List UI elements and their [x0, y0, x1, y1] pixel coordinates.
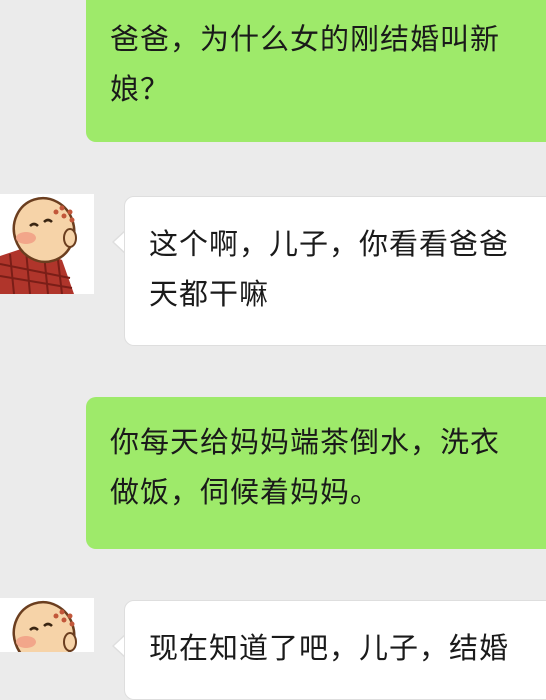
bald-monk-avatar-icon [0, 194, 94, 294]
message-bubble-received[interactable]: 现在知道了吧，儿子，结婚 [124, 600, 546, 700]
message-text: 娘？ [110, 72, 171, 106]
message-text: 天都干嘛 [149, 277, 270, 311]
avatar[interactable] [0, 194, 94, 294]
bald-monk-avatar-icon [0, 598, 94, 652]
message-bubble-received[interactable]: 这个啊，儿子，你看看爸爸 天都干嘛 [124, 196, 546, 346]
message-bubble-sent[interactable]: 你每天给妈妈端茶倒水，洗衣 做饭，伺候着妈妈。 [86, 397, 546, 549]
message-text: 你每天给妈妈端茶倒水，洗衣 [110, 425, 501, 459]
avatar[interactable] [0, 598, 94, 652]
message-text: 做饭，伺候着妈妈。 [110, 475, 381, 509]
message-text: 这个啊，儿子，你看看爸爸 [149, 227, 510, 261]
chat-conversation: 爸爸，为什么女的刚结婚叫新 娘？ 这个啊，儿子，你看看爸爸 天都干嘛 你每天给妈… [0, 0, 546, 700]
message-text: 爸爸，为什么女的刚结婚叫新 [110, 22, 501, 56]
message-text: 现在知道了吧，儿子，结婚 [149, 631, 510, 665]
message-bubble-sent[interactable]: 爸爸，为什么女的刚结婚叫新 娘？ [86, 0, 546, 142]
